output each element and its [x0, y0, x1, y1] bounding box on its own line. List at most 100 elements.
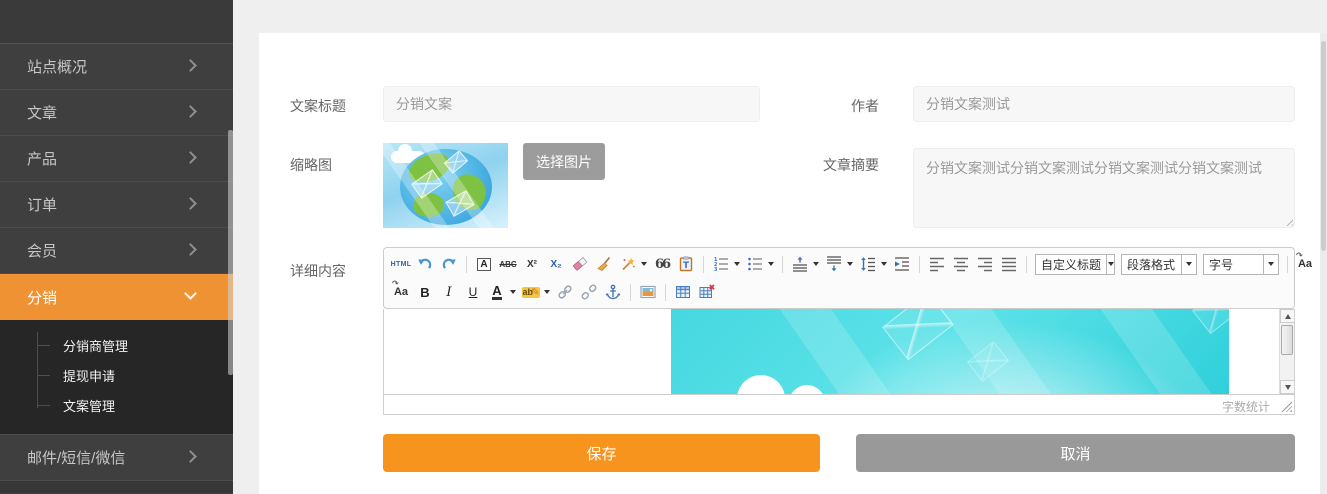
submenu-item-label: 分销商管理 — [63, 336, 128, 355]
toolbar-separator — [782, 256, 783, 273]
sidebar-item-mail-sms-wechat[interactable]: 邮件/短信/微信 — [0, 435, 233, 481]
editor-scrollbar[interactable] — [1279, 309, 1294, 394]
bold-icon[interactable]: B — [414, 280, 436, 304]
italic-icon[interactable]: I — [438, 280, 460, 304]
line-height-icon[interactable] — [857, 252, 879, 276]
underline-icon[interactable]: U — [462, 280, 484, 304]
underline-glyph: U — [469, 285, 478, 299]
page-scrollbar-thumb[interactable] — [1321, 41, 1326, 251]
submenu-item-label: 文案管理 — [63, 396, 115, 415]
ordered-list-icon[interactable]: 123 — [710, 252, 732, 276]
select-dropdown-arrow[interactable] — [1181, 255, 1196, 274]
undo-icon[interactable] — [414, 252, 436, 276]
strikethrough-glyph: ABC — [499, 260, 516, 269]
strikethrough-icon[interactable]: ABC — [497, 252, 519, 276]
align-left-icon[interactable] — [926, 252, 948, 276]
scrollbar-thumb[interactable] — [1281, 325, 1293, 355]
author-input[interactable] — [913, 86, 1295, 122]
link-icon[interactable] — [554, 280, 576, 304]
page-scrollbar[interactable] — [1320, 33, 1327, 494]
sidebar-item-label: 订单 — [27, 194, 57, 215]
insert-image-icon[interactable] — [637, 280, 659, 304]
sidebar: 站点概况 文章 产品 订单 会员 分销 分销商管理 提现申请 文案管理 邮件/短… — [0, 0, 233, 494]
font-color-icon[interactable]: A — [486, 280, 508, 304]
summary-textarea[interactable]: 分销文案测试分销文案测试分销文案测试分销文案测试 — [913, 148, 1295, 228]
sidebar-item-label: 邮件/短信/微信 — [27, 447, 125, 468]
title-input[interactable] — [383, 86, 760, 122]
autotypeset-icon[interactable] — [617, 252, 639, 276]
subscript-icon[interactable]: X₂ — [545, 252, 567, 276]
highlight-dropdown-arrow[interactable] — [544, 290, 550, 294]
sidebar-scrollbar-thumb[interactable] — [228, 130, 233, 375]
sidebar-item-articles[interactable]: 文章 — [0, 90, 233, 136]
align-justify-icon[interactable] — [998, 252, 1020, 276]
case-change-icon[interactable]: Aa — [1294, 252, 1316, 276]
sidebar-item-products[interactable]: 产品 — [0, 136, 233, 182]
submenu-item-distributor-management[interactable]: 分销商管理 — [0, 330, 233, 360]
case-change-glyph: Aa — [394, 286, 408, 298]
font-color-dropdown-arrow[interactable] — [510, 290, 516, 294]
superscript-glyph: X² — [527, 259, 537, 270]
save-button[interactable]: 保存 — [383, 434, 820, 472]
format-a-icon[interactable]: A — [473, 252, 495, 276]
select-value: 自定义标题 — [1036, 256, 1106, 273]
editor-resize-grip[interactable] — [1281, 401, 1292, 412]
sidebar-item-members[interactable]: 会员 — [0, 228, 233, 274]
sidebar-item-label: 站点概况 — [27, 56, 87, 77]
delete-table-icon[interactable] — [696, 280, 718, 304]
unlink-icon[interactable] — [578, 280, 600, 304]
toolbar-separator — [466, 256, 467, 273]
redo-icon[interactable] — [438, 252, 460, 276]
content-label: 详细内容 — [290, 261, 346, 281]
space-after-dropdown-arrow[interactable] — [847, 262, 853, 266]
select-dropdown-arrow[interactable] — [1263, 255, 1278, 274]
ordered-list-dropdown-arrow[interactable] — [734, 262, 740, 266]
space-after-paragraph-icon[interactable] — [823, 252, 845, 276]
eraser-icon[interactable] — [569, 252, 591, 276]
choose-image-button[interactable]: 选择图片 — [523, 143, 605, 180]
anchor-icon[interactable] — [602, 280, 624, 304]
highlight-color-icon[interactable]: ab — [520, 280, 542, 304]
cancel-button[interactable]: 取消 — [856, 434, 1295, 472]
html-glyph: HTML — [391, 261, 412, 268]
svg-text:T: T — [683, 261, 689, 271]
line-height-dropdown-arrow[interactable] — [881, 262, 887, 266]
custom-heading-select[interactable]: 自定义标题 — [1035, 254, 1115, 275]
thumbnail-preview-image — [383, 143, 508, 228]
highlight-glyph: ab — [522, 287, 541, 298]
font-size-select[interactable]: 字号 — [1203, 254, 1279, 275]
select-value: 字号 — [1204, 256, 1263, 273]
submenu-item-copywriting-management[interactable]: 文案管理 — [0, 390, 233, 420]
align-right-icon[interactable] — [974, 252, 996, 276]
superscript-icon[interactable]: X² — [521, 252, 543, 276]
align-center-icon[interactable] — [950, 252, 972, 276]
chevron-down-icon — [184, 287, 197, 300]
summary-label: 文章摘要 — [759, 155, 879, 175]
unordered-list-icon[interactable] — [744, 252, 766, 276]
sidebar-item-orders[interactable]: 订单 — [0, 182, 233, 228]
format-brush-icon[interactable] — [593, 252, 615, 276]
unordered-list-dropdown-arrow[interactable] — [768, 262, 774, 266]
html-source-icon[interactable]: HTML — [390, 252, 412, 276]
editor-content-area[interactable] — [384, 309, 1294, 394]
scroll-up-button[interactable] — [1280, 309, 1294, 323]
indent-icon[interactable] — [891, 252, 913, 276]
scroll-down-button[interactable] — [1280, 380, 1294, 394]
autotypeset-dropdown-arrow[interactable] — [641, 262, 647, 266]
toolbar-row-2: Aa B I U A ab — [389, 278, 1289, 306]
submenu-item-withdrawal-requests[interactable]: 提现申请 — [0, 360, 233, 390]
sidebar-item-label: 分销 — [27, 287, 57, 308]
space-before-dropdown-arrow[interactable] — [813, 262, 819, 266]
insert-table-icon[interactable] — [672, 280, 694, 304]
sidebar-item-label: 会员 — [27, 240, 57, 261]
space-before-paragraph-icon[interactable] — [789, 252, 811, 276]
case-change-icon[interactable]: Aa — [390, 280, 412, 304]
sidebar-item-distribution[interactable]: 分销 — [0, 274, 233, 320]
chevron-right-icon — [184, 243, 197, 256]
blockquote-icon[interactable]: 66 — [651, 252, 673, 276]
paragraph-format-select[interactable]: 段落格式 — [1121, 254, 1197, 275]
sidebar-item-site-overview[interactable]: 站点概况 — [0, 44, 233, 90]
select-dropdown-arrow[interactable] — [1106, 255, 1114, 274]
sidebar-next-item-partial — [0, 481, 233, 493]
paste-as-text-icon[interactable]: T — [675, 252, 697, 276]
